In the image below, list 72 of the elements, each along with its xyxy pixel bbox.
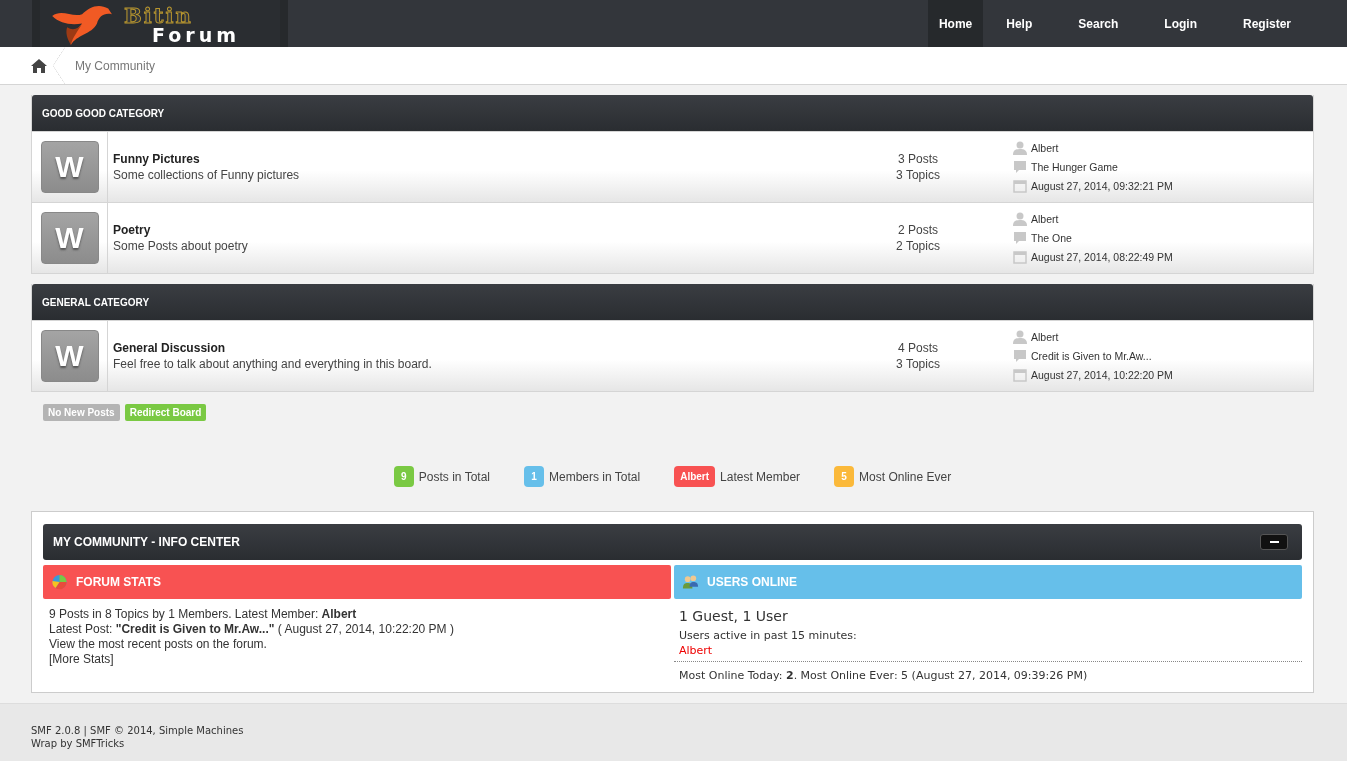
footer-text: Wrap by SMFTricks <box>31 738 126 749</box>
speech-bubble-icon <box>1013 231 1027 245</box>
info-center-title: MY COMMUNITY - INFO CENTER <box>53 535 240 549</box>
nav-link[interactable]: Login <box>1141 0 1220 47</box>
logo[interactable]: Bitin Forum <box>32 0 288 47</box>
total-label: Latest Member <box>720 469 801 484</box>
collapse-button[interactable] <box>1260 534 1288 550</box>
pie-chart-icon <box>51 574 68 590</box>
nav-link[interactable]: Search <box>1055 0 1142 47</box>
users-icon <box>682 574 699 590</box>
post-count: 4 Posts <box>898 341 938 355</box>
post-count: 3 Posts <box>898 152 938 166</box>
logo-word: Bitin <box>124 4 194 26</box>
user-icon <box>1013 141 1027 155</box>
stats-line: Latest Post: "Credit is Given to Mr.Aw..." ( August 27, 2014, 10:22:20 PM ) <box>49 622 455 636</box>
last-post-date: August 27, 2014, 09:32:21 PM <box>1031 180 1173 192</box>
speech-bubble-icon <box>1013 349 1027 363</box>
calendar-icon <box>1013 179 1027 193</box>
topic-count: 3 Topics <box>896 168 940 182</box>
nav-link[interactable]: Register <box>1219 0 1314 47</box>
user-icon <box>1013 330 1027 344</box>
last-post-date: August 27, 2014, 10:22:20 PM <box>1031 369 1173 381</box>
footer-text: SMF 2.0.8 | SMF © 2014, Simple Machines <box>31 725 245 736</box>
count-badge: Albert <box>674 466 716 487</box>
logo-word: Forum <box>152 25 240 45</box>
active-users-label: Users active in past 15 minutes: <box>678 629 858 642</box>
stats-line: [More Stats] <box>49 652 115 666</box>
stats-line: 9 Posts in 8 Topics by 1 Members. Latest Member: Albert <box>49 607 358 621</box>
board-icon: W <box>40 212 99 264</box>
stats-line: View the most recent posts on the forum. <box>49 637 268 651</box>
last-topic-link[interactable]: The Hunger Game <box>1031 161 1118 173</box>
most-online-text: Most Online Today: 2. Most Online Ever: 5 (August 27, 2014, 09:39:26 PM) <box>678 668 1089 682</box>
forum-stats-title: FORUM STATS <box>76 575 161 589</box>
online-summary: 1 Guest, 1 User <box>678 608 789 624</box>
legend-label: Redirect Board <box>124 404 207 421</box>
last-poster-link[interactable]: Albert <box>1031 142 1059 154</box>
users-online-title: USERS ONLINE <box>707 575 797 589</box>
count-badge: 9 <box>393 466 414 487</box>
online-user-link[interactable]: Albert <box>679 644 713 657</box>
last-poster-link[interactable]: Albert <box>1031 213 1059 225</box>
minus-icon <box>1269 541 1279 543</box>
count-badge: 5 <box>834 466 855 487</box>
breadcrumb-link[interactable]: My Community <box>75 58 155 73</box>
calendar-icon <box>1013 368 1027 382</box>
last-post-date: August 27, 2014, 08:22:49 PM <box>1031 251 1173 263</box>
total-label: Most Online Ever <box>859 469 952 484</box>
board-title[interactable]: Poetry <box>113 223 858 237</box>
topic-count: 2 Topics <box>896 239 940 253</box>
post-count: 2 Posts <box>898 223 938 237</box>
last-topic-link[interactable]: The One <box>1031 232 1072 244</box>
user-icon <box>1013 212 1027 226</box>
board-icon: W <box>40 330 99 382</box>
home-icon[interactable] <box>31 58 47 73</box>
total-label: Posts in Total <box>418 469 490 484</box>
board-description: Some Posts about poetry <box>113 239 249 253</box>
topic-count: 3 Topics <box>896 357 940 371</box>
count-badge: 1 <box>524 466 544 487</box>
board-description: Some collections of Funny pictures <box>113 168 301 182</box>
calendar-icon <box>1013 250 1027 264</box>
last-poster-link[interactable]: Albert <box>1031 331 1059 343</box>
total-label: Members in Total <box>549 469 641 484</box>
speech-bubble-icon <box>1013 160 1027 174</box>
board-title[interactable]: Funny Pictures <box>113 152 858 166</box>
board-icon: W <box>40 141 99 193</box>
nav-link[interactable]: Home <box>927 0 984 47</box>
board-title[interactable]: General Discussion <box>113 341 858 355</box>
category-title[interactable]: GOOD GOOD CATEGORY <box>42 107 165 119</box>
legend-label: No New Posts <box>43 404 120 421</box>
category-title[interactable]: GENERAL CATEGORY <box>42 296 150 308</box>
board-description: Feel free to talk about anything and everything in this board. <box>113 357 433 371</box>
nav-link[interactable]: Help <box>983 0 1056 47</box>
last-topic-link[interactable]: Credit is Given to Mr.Aw... <box>1031 350 1152 362</box>
